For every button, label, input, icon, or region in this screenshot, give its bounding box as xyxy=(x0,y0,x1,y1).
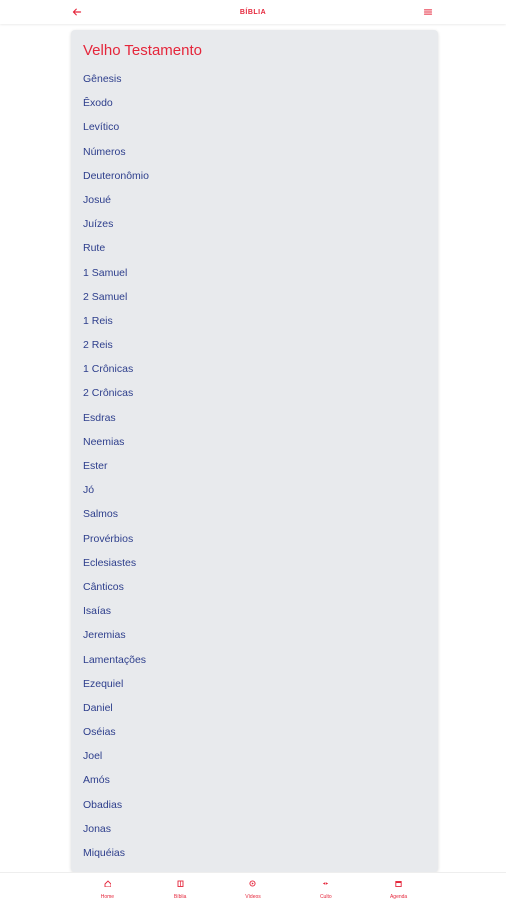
book-item[interactable]: Ester xyxy=(71,454,438,478)
home-icon xyxy=(104,874,112,892)
book-item[interactable]: Salmos xyxy=(71,502,438,526)
book-item[interactable]: Deuteronômio xyxy=(71,164,438,188)
nav-item-culto[interactable]: Culto xyxy=(306,874,346,900)
top-app-bar: BÍBLIA xyxy=(0,0,506,24)
book-item[interactable]: Jeremias xyxy=(71,623,438,647)
book-item[interactable]: Ezequiel xyxy=(71,672,438,696)
book-item[interactable]: 2 Samuel xyxy=(71,285,438,309)
book-item[interactable]: Joel xyxy=(71,744,438,768)
nav-item-label: Bíblia xyxy=(173,893,187,900)
book-icon xyxy=(177,874,184,892)
nav-item-label: Agenda xyxy=(389,893,408,900)
book-item[interactable]: 2 Crônicas xyxy=(71,381,438,405)
book-list: Gênesis Êxodo Levítico Números Deuteronômio J… xyxy=(71,67,438,865)
book-item[interactable]: Eclesiastes xyxy=(71,551,438,575)
book-item[interactable]: Números xyxy=(71,140,438,164)
book-item[interactable]: Lamentações xyxy=(71,648,438,672)
book-item[interactable]: Esdras xyxy=(71,406,438,430)
book-item[interactable]: Isaías xyxy=(71,599,438,623)
nav-item-biblia[interactable]: Bíblia xyxy=(160,874,200,900)
book-item[interactable]: 1 Samuel xyxy=(71,261,438,285)
book-item[interactable]: Amós xyxy=(71,768,438,792)
nav-item-videos[interactable]: Vídeos xyxy=(233,874,273,900)
book-item[interactable]: Êxodo xyxy=(71,91,438,115)
book-item[interactable]: Gênesis xyxy=(71,67,438,91)
book-item[interactable]: Daniel xyxy=(71,696,438,720)
nav-item-label: Culto xyxy=(319,893,332,900)
book-item[interactable]: Josué xyxy=(71,188,438,212)
book-item[interactable]: Jó xyxy=(71,478,438,502)
book-item[interactable]: Miquéias xyxy=(71,841,438,865)
calendar-icon xyxy=(395,874,402,892)
book-item[interactable]: 1 Crônicas xyxy=(71,357,438,381)
video-icon xyxy=(249,874,257,892)
nav-item-agenda[interactable]: Agenda xyxy=(379,874,419,900)
nav-item-label: Vídeos xyxy=(245,893,261,900)
book-item[interactable]: Juízes xyxy=(71,212,438,236)
book-item[interactable]: Oséias xyxy=(71,720,438,744)
section-title: Velho Testamento xyxy=(83,42,202,59)
nav-item-label: Home xyxy=(100,893,115,900)
bottom-navigation: Home Bíblia Vídeos Culto Agenda xyxy=(0,872,506,900)
nav-item-home[interactable]: Home xyxy=(87,874,127,900)
book-item[interactable]: Rute xyxy=(71,236,438,260)
page-title: BÍBLIA xyxy=(239,8,267,16)
book-item[interactable]: Neemias xyxy=(71,430,438,454)
worship-icon xyxy=(322,874,329,892)
old-testament-card: Velho Testamento Gênesis Êxodo Levítico Núm… xyxy=(71,30,438,872)
book-item[interactable]: 2 Reis xyxy=(71,333,438,357)
book-item[interactable]: Jonas xyxy=(71,817,438,841)
book-item[interactable]: 1 Reis xyxy=(71,309,438,333)
book-item[interactable]: Provérbios xyxy=(71,527,438,551)
book-item[interactable]: Obadias xyxy=(71,793,438,817)
book-item[interactable]: Cânticos xyxy=(71,575,438,599)
book-item[interactable]: Levítico xyxy=(71,115,438,139)
